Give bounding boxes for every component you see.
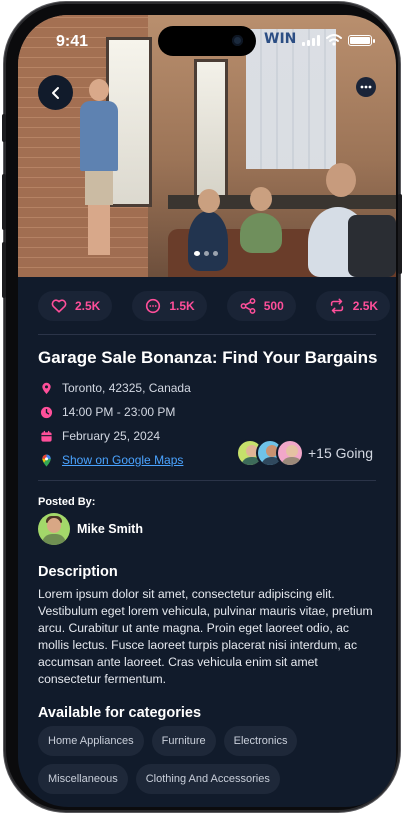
- category-chip-furniture[interactable]: Furniture: [151, 726, 216, 756]
- status-icons: [302, 34, 375, 46]
- location-pin-icon: [42, 382, 51, 394]
- date-text: February 25, 2024: [62, 429, 161, 443]
- heart-icon: [51, 299, 67, 313]
- more-options-button[interactable]: [356, 77, 376, 97]
- share-icon: [240, 298, 256, 314]
- mute-switch: [2, 114, 6, 142]
- description-text: Lorem ipsum dolor sit amet, consectetur …: [38, 587, 373, 686]
- audience-head: [198, 189, 220, 213]
- show-on-maps-link[interactable]: Show on Google Maps: [62, 453, 183, 467]
- event-location: Toronto, 42325, Canada: [40, 381, 191, 395]
- poster-name: Mike Smith: [77, 522, 143, 536]
- signal-icon: [302, 34, 320, 46]
- reposts-count: 2.5K: [352, 299, 379, 313]
- repost-icon: [330, 298, 343, 314]
- going-count: +15 Going: [308, 445, 373, 461]
- time-text: 14:00 PM - 23:00 PM: [62, 405, 176, 419]
- google-maps-icon: [42, 454, 51, 467]
- camera-icon: [232, 35, 243, 46]
- shares-count: 500: [263, 299, 284, 313]
- audience-head: [326, 163, 356, 197]
- attendees-group[interactable]: +15 Going: [236, 439, 373, 467]
- avatar: [38, 513, 70, 545]
- volume-down-button: [2, 242, 6, 298]
- chevron-left-icon: [51, 86, 59, 99]
- divider: [38, 480, 376, 481]
- poster-profile[interactable]: Mike Smith: [38, 513, 143, 545]
- category-chip-miscellaneous[interactable]: Miscellaneous: [38, 764, 128, 794]
- status-bar: 9:41: [18, 15, 396, 63]
- power-button: [398, 194, 402, 274]
- comments-button[interactable]: 1.5K: [132, 291, 207, 321]
- categories-heading: Available for categories: [38, 705, 202, 721]
- comments-count: 1.5K: [169, 299, 195, 313]
- category-chip-home-appliances[interactable]: Home Appliances: [38, 726, 144, 756]
- engagement-stats: 2.5K 1.5K 500 2.5K: [38, 291, 391, 321]
- category-chips: Home Appliances Furniture Electronics Mi…: [38, 726, 383, 794]
- category-chip-clothing[interactable]: Clothing And Accessories: [135, 764, 280, 794]
- battery-icon: [348, 34, 375, 46]
- description-heading: Description: [38, 564, 118, 580]
- clock-icon: [40, 406, 53, 418]
- repost-button[interactable]: 2.5K: [315, 291, 391, 321]
- comment-icon: [146, 298, 161, 314]
- phone-frame: WIN 9:41 2.5K 1.5K 500 2.5K Garage Sale …: [2, 4, 402, 810]
- audience-member: [240, 213, 282, 253]
- likes-count: 2.5K: [75, 299, 101, 313]
- more-dots-icon: [360, 85, 372, 89]
- posted-by-label: Posted By:: [38, 496, 96, 508]
- location-text: Toronto, 42325, Canada: [62, 381, 191, 395]
- wifi-icon: [326, 34, 342, 46]
- divider: [38, 334, 376, 335]
- status-time: 9:41: [56, 33, 89, 50]
- audience-member: [188, 211, 228, 271]
- app-screen: WIN 9:41 2.5K 1.5K 500 2.5K Garage Sale …: [18, 15, 396, 807]
- presenter-figure: [80, 79, 118, 259]
- maps-row: Show on Google Maps: [40, 453, 183, 467]
- dynamic-island: [158, 26, 256, 56]
- category-chip-electronics[interactable]: Electronics: [223, 726, 298, 756]
- event-time: 14:00 PM - 23:00 PM: [40, 405, 175, 419]
- volume-up-button: [2, 174, 6, 230]
- carousel-dots[interactable]: [194, 251, 218, 256]
- event-date: February 25, 2024: [40, 429, 160, 443]
- calendar-icon: [41, 430, 52, 442]
- chair: [348, 215, 396, 277]
- window: [194, 59, 228, 199]
- audience-head: [250, 187, 272, 211]
- event-title: Garage Sale Bonanza: Find Your Bargains: [38, 348, 378, 367]
- attendee-avatar: [276, 439, 304, 467]
- back-button[interactable]: [38, 75, 73, 110]
- share-button[interactable]: 500: [226, 291, 296, 321]
- likes-button[interactable]: 2.5K: [38, 291, 113, 321]
